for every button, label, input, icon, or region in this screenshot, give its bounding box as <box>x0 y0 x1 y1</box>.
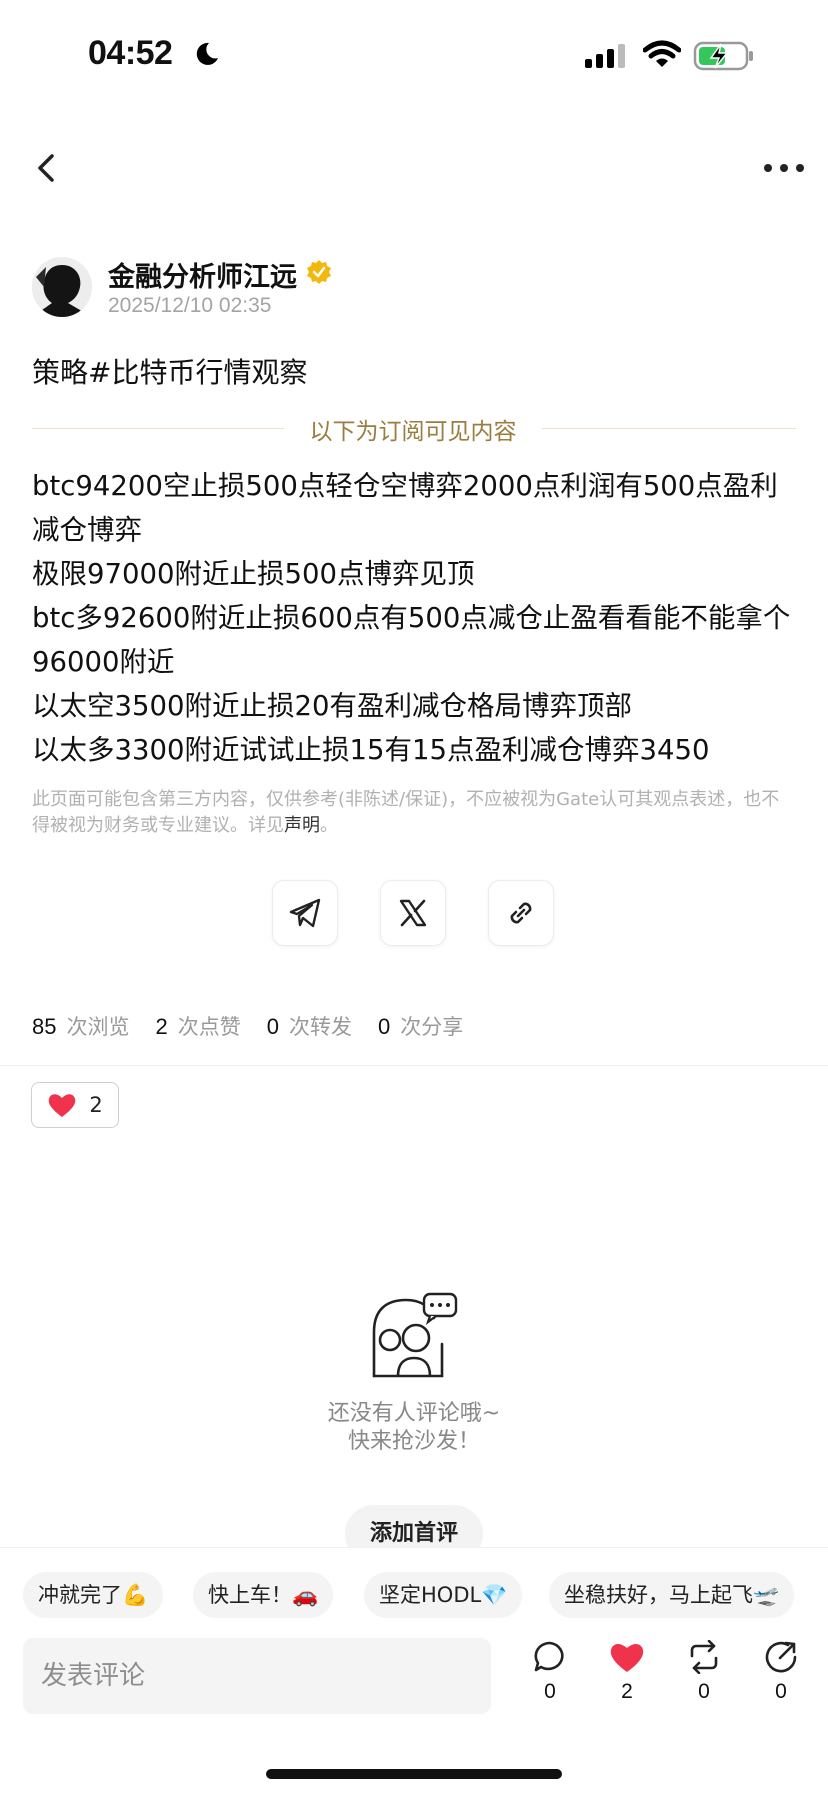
quick-reply-chip[interactable]: 坚定HODL💎 <box>364 1572 523 1618</box>
battery-charging-icon <box>693 40 755 76</box>
comment-count: 0 <box>544 1680 556 1703</box>
statement-link[interactable]: 声明 <box>284 815 320 836</box>
likes-label: 次点赞 <box>177 1015 241 1039</box>
views-count: 85 <box>32 1014 57 1039</box>
shares-count: 0 <box>377 1014 391 1039</box>
like-action-button[interactable]: 2 <box>597 1640 657 1704</box>
shares-label: 次分享 <box>400 1015 464 1039</box>
quick-reply-chip[interactable]: 坐稳扶好，马上起飞🛫 <box>549 1572 795 1618</box>
post-date: 2025/12/10 02:35 <box>108 294 272 317</box>
content-line: btc多92600附近止损600点有500点减仓止盈看看能不能拿个96000附近 <box>32 602 791 678</box>
comment-action-button[interactable]: 0 <box>520 1640 580 1704</box>
heart-icon <box>610 1643 644 1672</box>
post-topic[interactable]: 策略#比特币行情观察 <box>32 351 307 391</box>
author-name[interactable]: 金融分析师江远 <box>108 255 297 294</box>
disclaimer: 此页面可能包含第三方内容，仅供参考(非陈述/保证)，不应被视为Gate认可其观点… <box>32 787 792 839</box>
moon-icon <box>193 40 221 72</box>
subscription-divider-label: 以下为订阅可见内容 <box>309 419 517 445</box>
quick-reply-chip[interactable]: 冲就完了💪 <box>23 1572 164 1618</box>
reaction-chip[interactable]: 2 <box>31 1082 119 1128</box>
comment-icon <box>534 1641 564 1672</box>
repost-icon <box>690 1639 718 1675</box>
author-avatar[interactable] <box>32 257 92 317</box>
more-options-icon[interactable] <box>762 155 806 181</box>
share-x-button[interactable] <box>380 880 446 946</box>
content-line: 极限97000附近止损500点博弈见顶 <box>32 558 475 590</box>
share-icon <box>765 1641 797 1673</box>
views-label: 次浏览 <box>66 1015 130 1039</box>
content-line: 以太空3500附近止损20有盈利减仓格局博弈顶部 <box>32 690 632 722</box>
disclaimer-end: 。 <box>320 815 338 836</box>
post-content: btc94200空止损500点轻仓空博弈2000点利润有500点盈利减仓博弈 极… <box>32 464 802 772</box>
divider-right <box>542 428 796 429</box>
share-telegram-button[interactable] <box>272 880 338 946</box>
heart-icon <box>49 1094 76 1117</box>
telegram-icon <box>289 898 321 928</box>
wifi-icon <box>642 40 682 74</box>
empty-line-1: 还没有人评论哦~ <box>327 1401 501 1426</box>
disclaimer-text: 此页面可能包含第三方内容，仅供参考(非陈述/保证)，不应被视为Gate认可其观点… <box>32 789 780 836</box>
repost-count: 0 <box>698 1680 710 1703</box>
content-line: btc94200空止损500点轻仓空博弈2000点利润有500点盈利减仓博弈 <box>32 470 778 546</box>
link-icon <box>510 902 532 924</box>
share-count: 0 <box>775 1680 787 1703</box>
empty-comments-text: 还没有人评论哦~ 快来抢沙发！ <box>264 1400 564 1456</box>
content-line: 以太多3300附近试试止损15有15点盈利减仓博弈3450 <box>32 734 710 766</box>
likes-count: 2 <box>155 1014 168 1039</box>
reposts-count: 0 <box>266 1014 279 1039</box>
x-logo-icon <box>399 899 427 927</box>
like-count: 2 <box>621 1680 633 1703</box>
quick-reply-chip[interactable]: 快上车！🚗 <box>193 1572 334 1618</box>
reposts-label: 次转发 <box>288 1015 352 1039</box>
share-action-button[interactable]: 0 <box>751 1640 811 1704</box>
reaction-count: 2 <box>89 1093 103 1117</box>
empty-line-2: 快来抢沙发！ <box>347 1429 480 1454</box>
home-indicator[interactable] <box>266 1769 562 1779</box>
back-button[interactable] <box>30 148 66 188</box>
status-time: 04:52 <box>88 34 173 72</box>
section-divider <box>0 1065 828 1066</box>
verified-badge-icon <box>306 259 332 289</box>
copy-link-button[interactable] <box>488 880 554 946</box>
post-stats: 85 次浏览 2 次点赞 0 次转发 0 次分享 <box>32 1011 489 1041</box>
cellular-signal-icon <box>585 44 627 72</box>
repost-action-button[interactable]: 0 <box>674 1639 734 1704</box>
divider-left <box>32 428 284 429</box>
empty-comments-illustration <box>368 1292 460 1384</box>
comment-input[interactable] <box>23 1638 491 1714</box>
